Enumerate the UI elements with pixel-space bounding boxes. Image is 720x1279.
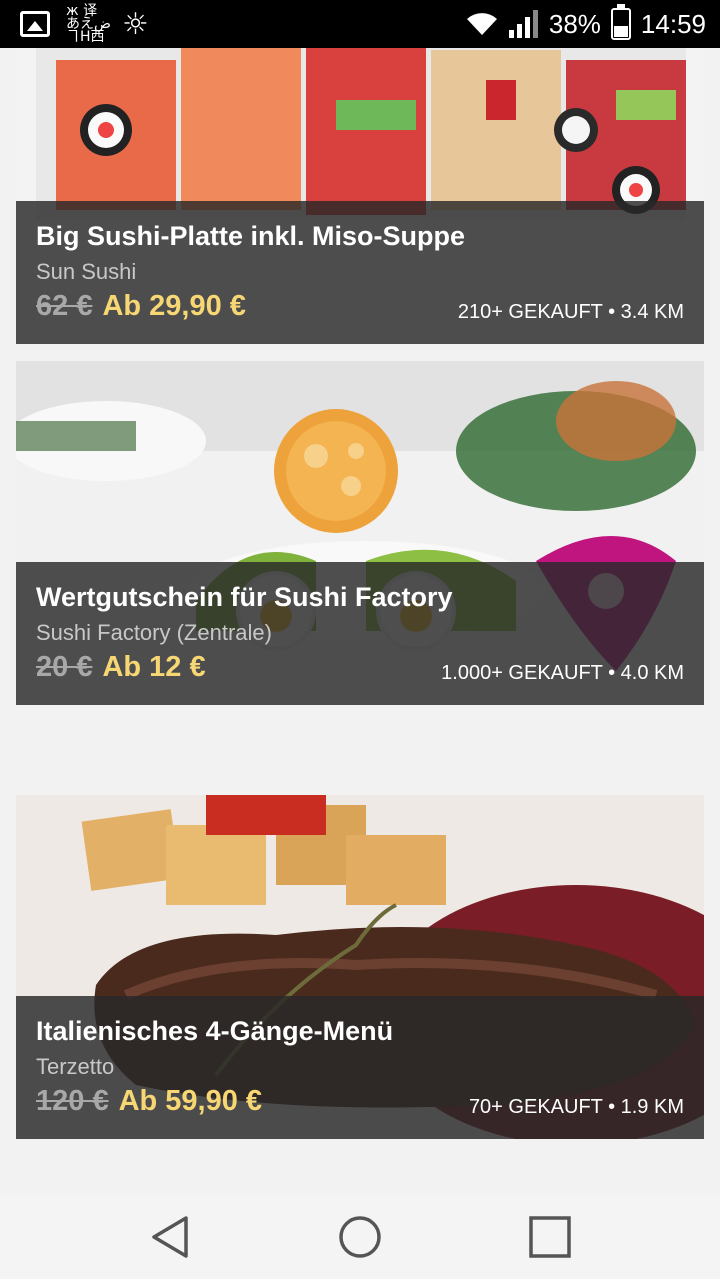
- recents-icon: [529, 1216, 571, 1258]
- deal-price: Ab 12 €: [102, 651, 206, 683]
- deal-info-panel: Italienisches 4-Gänge-Menü Terzetto 120 …: [16, 996, 704, 1139]
- image-notification-icon: [20, 11, 50, 37]
- deal-title: Wertgutschein für Sushi Factory: [36, 582, 453, 612]
- deal-info-panel: Big Sushi-Platte inkl. Miso-Suppe Sun Su…: [16, 201, 704, 344]
- deal-card[interactable]: Italienisches 4-Gänge-Menü Terzetto 120 …: [16, 795, 704, 1139]
- deal-price: Ab 59,90 €: [118, 1085, 263, 1117]
- deal-merchant: Terzetto: [36, 1054, 115, 1079]
- recents-button[interactable]: [520, 1213, 580, 1261]
- deal-meta: 210+ GEKAUFT • 3.4 KM: [457, 301, 684, 323]
- deal-title: Italienisches 4-Gänge-Menü: [36, 1016, 394, 1046]
- status-bar: ж 译 あえض ヿH西 ☼ 38% 14:59: [0, 0, 720, 48]
- home-button[interactable]: [330, 1213, 390, 1261]
- deal-price: Ab 29,90 €: [102, 290, 246, 322]
- wifi-icon: [466, 13, 497, 35]
- home-icon: [339, 1216, 381, 1258]
- battery-icon: [610, 4, 631, 40]
- deal-title: Big Sushi-Platte inkl. Miso-Suppe: [36, 221, 466, 251]
- original-price: 20 €: [36, 651, 93, 683]
- deal-info-panel: Wertgutschein für Sushi Factory Sushi Fa…: [16, 562, 704, 705]
- price-row: 62 € Ab 29,90 €: [36, 290, 246, 323]
- deal-card[interactable]: Big Sushi-Platte inkl. Miso-Suppe Sun Su…: [16, 48, 704, 344]
- deal-meta: 70+ GEKAUFT • 1.9 KM: [468, 1096, 684, 1118]
- clock: 14:59: [640, 8, 706, 39]
- deal-merchant: Sun Sushi: [36, 259, 137, 284]
- navigation-bar: [0, 1195, 720, 1279]
- price-row: 20 € Ab 12 €: [36, 651, 206, 684]
- deal-list[interactable]: Big Sushi-Platte inkl. Miso-Suppe Sun Su…: [0, 48, 720, 1195]
- back-button[interactable]: [140, 1213, 200, 1261]
- deal-merchant: Sushi Factory (Zentrale): [36, 620, 272, 645]
- back-icon: [152, 1216, 188, 1258]
- deal-card[interactable]: Wertgutschein für Sushi Factory Sushi Fa…: [16, 361, 704, 705]
- original-price: 62 €: [36, 290, 93, 322]
- sun-notification-icon: ☼: [122, 6, 149, 42]
- system-status: 38% 14:59: [465, 0, 706, 48]
- original-price: 120 €: [36, 1085, 109, 1117]
- battery-percent: 38%: [548, 8, 601, 39]
- signal-icon: [508, 10, 538, 38]
- translate-notification-icon: ж 译 あえض ヿH西: [66, 2, 111, 45]
- price-row: 120 € Ab 59,90 €: [36, 1085, 262, 1118]
- deal-meta: 1.000+ GEKAUFT • 4.0 KM: [441, 662, 684, 684]
- notification-area: ж 译 あえض ヿH西 ☼: [20, 2, 149, 45]
